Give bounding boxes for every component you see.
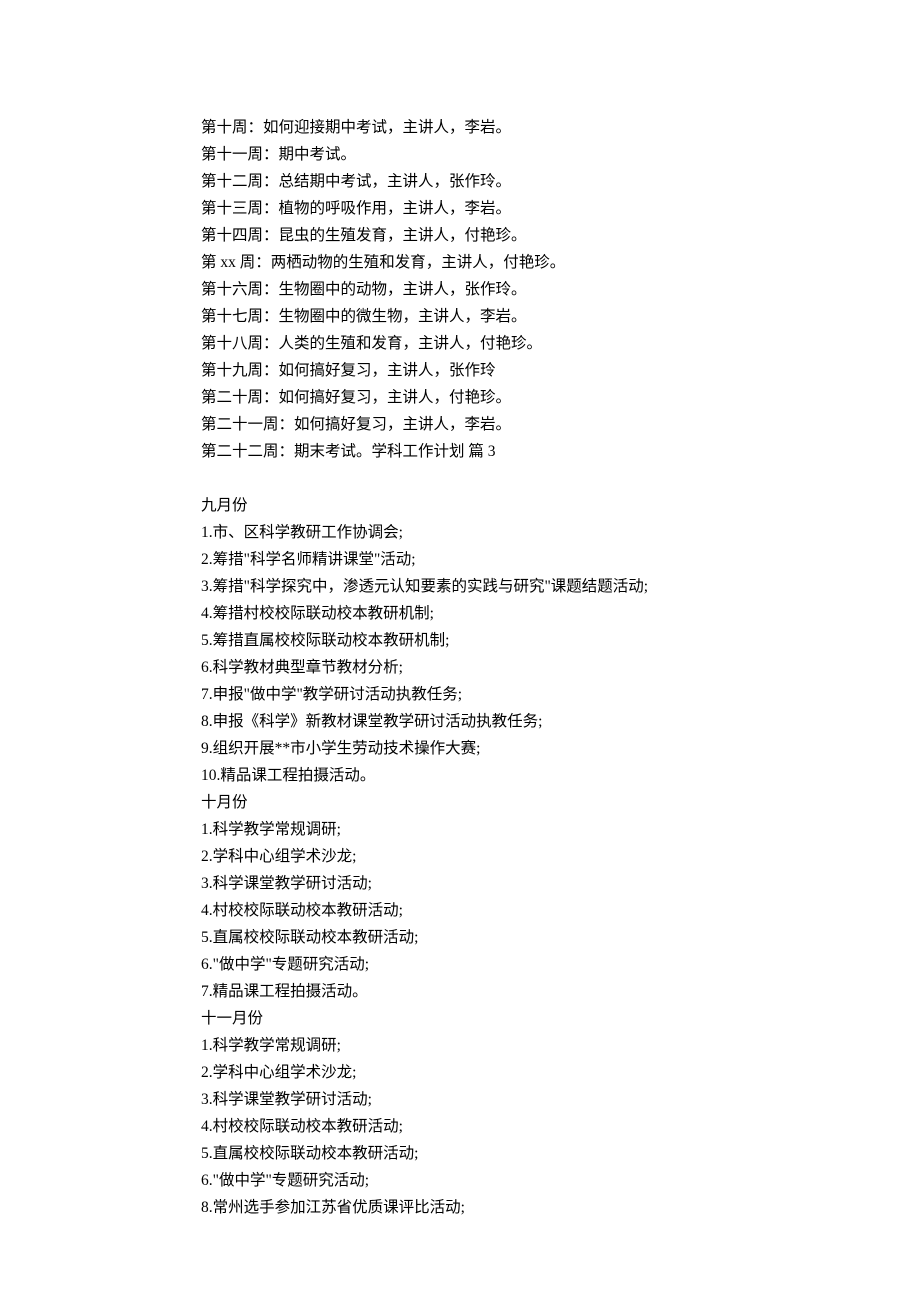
list-item: 4.村校校际联动校本教研活动; <box>170 1113 750 1140</box>
blank-line <box>170 465 750 492</box>
schedule-line: 第十九周：如何搞好复习，主讲人，张作玲 <box>170 357 750 384</box>
schedule-line: 第十七周：生物圈中的微生物，主讲人，李岩。 <box>170 303 750 330</box>
list-item: 2.学科中心组学术沙龙; <box>170 843 750 870</box>
month-heading: 十月份 <box>170 789 750 816</box>
list-item: 6.科学教材典型章节教材分析; <box>170 654 750 681</box>
document-page: 第十周：如何迎接期中考试，主讲人，李岩。 第十一周：期中考试。 第十二周：总结期… <box>0 0 920 1301</box>
schedule-line: 第二十周：如何搞好复习，主讲人，付艳珍。 <box>170 384 750 411</box>
schedule-line: 第十周：如何迎接期中考试，主讲人，李岩。 <box>170 114 750 141</box>
list-item: 4.村校校际联动校本教研活动; <box>170 897 750 924</box>
list-item: 3.筹措"科学探究中，渗透元认知要素的实践与研究"课题结题活动; <box>170 573 750 600</box>
month-heading: 九月份 <box>170 492 750 519</box>
list-item: 7.申报"做中学"教学研讨活动执教任务; <box>170 681 750 708</box>
schedule-line: 第十二周：总结期中考试，主讲人，张作玲。 <box>170 168 750 195</box>
schedule-line: 第十六周：生物圈中的动物，主讲人，张作玲。 <box>170 276 750 303</box>
schedule-line: 第十三周：植物的呼吸作用，主讲人，李岩。 <box>170 195 750 222</box>
list-item: 10.精品课工程拍摄活动。 <box>170 762 750 789</box>
list-item: 5.筹措直属校校际联动校本教研机制; <box>170 627 750 654</box>
list-item: 1.科学教学常规调研; <box>170 1032 750 1059</box>
schedule-line: 第十四周：昆虫的生殖发育，主讲人，付艳珍。 <box>170 222 750 249</box>
list-item: 6."做中学"专题研究活动; <box>170 951 750 978</box>
month-heading: 十一月份 <box>170 1005 750 1032</box>
list-item: 4.筹措村校校际联动校本教研机制; <box>170 600 750 627</box>
list-item: 7.精品课工程拍摄活动。 <box>170 978 750 1005</box>
list-item: 1.科学教学常规调研; <box>170 816 750 843</box>
list-item: 6."做中学"专题研究活动; <box>170 1167 750 1194</box>
list-item: 3.科学课堂教学研讨活动; <box>170 1086 750 1113</box>
list-item: 1.市、区科学教研工作协调会; <box>170 519 750 546</box>
schedule-line: 第二十一周：如何搞好复习，主讲人，李岩。 <box>170 411 750 438</box>
list-item: 9.组织开展**市小学生劳动技术操作大赛; <box>170 735 750 762</box>
list-item: 5.直属校校际联动校本教研活动; <box>170 1140 750 1167</box>
schedule-line: 第十八周：人类的生殖和发育，主讲人，付艳珍。 <box>170 330 750 357</box>
list-item: 8.常州选手参加江苏省优质课评比活动; <box>170 1194 750 1221</box>
list-item: 8.申报《科学》新教材课堂教学研讨活动执教任务; <box>170 708 750 735</box>
schedule-line: 第十一周：期中考试。 <box>170 141 750 168</box>
list-item: 5.直属校校际联动校本教研活动; <box>170 924 750 951</box>
schedule-line: 第 xx 周：两栖动物的生殖和发育，主讲人，付艳珍。 <box>170 249 750 276</box>
list-item: 3.科学课堂教学研讨活动; <box>170 870 750 897</box>
list-item: 2.筹措"科学名师精讲课堂"活动; <box>170 546 750 573</box>
schedule-line: 第二十二周：期末考试。学科工作计划 篇 3 <box>170 438 750 465</box>
list-item: 2.学科中心组学术沙龙; <box>170 1059 750 1086</box>
